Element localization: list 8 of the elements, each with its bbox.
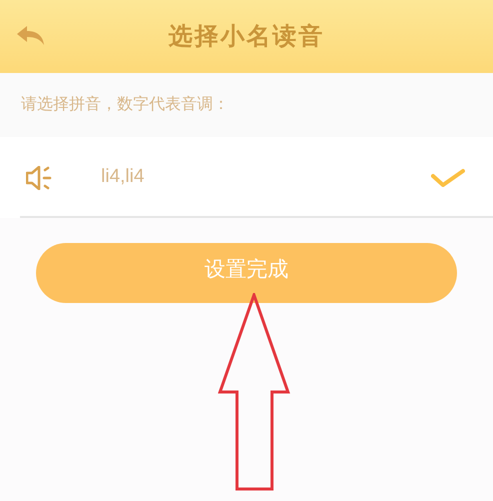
pinyin-text: li4,li4 [101, 165, 144, 190]
pinyin-option[interactable]: li4,li4 [0, 137, 493, 218]
finish-button[interactable]: 设置完成 [36, 243, 457, 303]
speaker-icon [26, 166, 52, 190]
check-icon [431, 168, 465, 188]
instruction-text: 请选择拼音，数字代表音调： [21, 94, 229, 115]
back-icon [17, 26, 45, 46]
page-title: 选择小名读音 [168, 22, 324, 52]
